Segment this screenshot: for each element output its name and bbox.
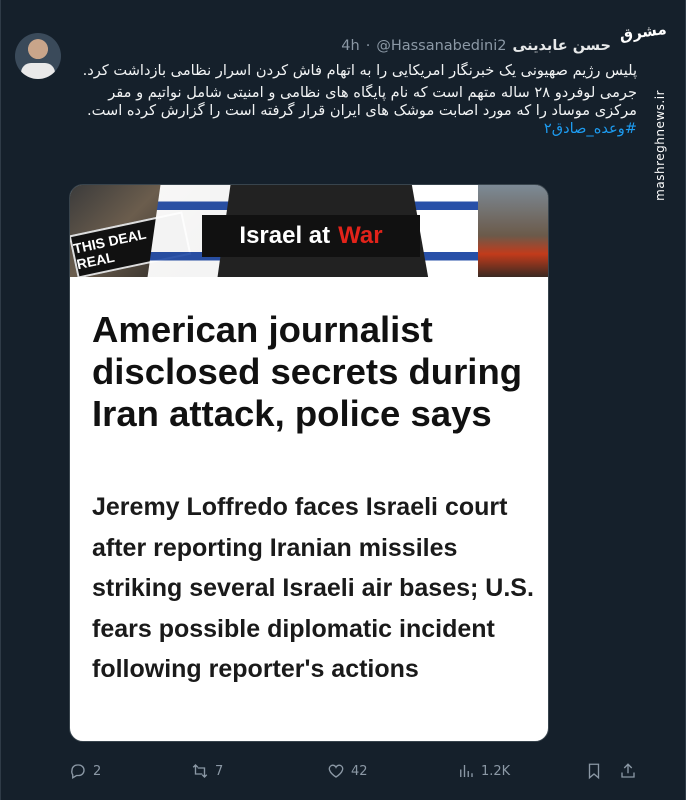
bookmark-button[interactable]: [585, 762, 603, 780]
views-count: 1.2K: [481, 763, 511, 779]
author-name[interactable]: حسن عابدینی: [512, 38, 611, 54]
retweet-count: 7: [215, 763, 224, 779]
bookmark-icon: [588, 763, 600, 780]
article-headline: American journalist disclosed secrets du…: [92, 309, 523, 434]
views-button[interactable]: 1.2K: [457, 762, 510, 780]
tweet-actions: 2 7 42 1.2K: [69, 760, 639, 782]
like-count: 42: [351, 763, 368, 779]
reply-count: 2: [93, 763, 102, 779]
war-label-part2: War: [338, 222, 383, 249]
share-button[interactable]: [619, 762, 637, 780]
tweet-text: پلیس رژیم صهیونی یک خبرنگار امریکایی را …: [69, 62, 637, 138]
tweet-header: حسن عابدینی @Hassanabedini2 · 4h: [69, 36, 611, 56]
heart-icon: [328, 764, 344, 778]
hashtag-link[interactable]: #وعده_صادق۲: [69, 120, 637, 138]
avatar[interactable]: [15, 33, 61, 79]
reply-button[interactable]: 2: [69, 762, 101, 780]
article-card[interactable]: THIS DEAL REAL Israel at War American jo…: [69, 184, 549, 742]
tweet-paragraph-2: جرمی لوفردو ۲۸ ساله متهم است که نام پایگ…: [87, 84, 637, 119]
like-button[interactable]: 42: [327, 762, 368, 780]
war-label-part1: Israel at: [239, 222, 331, 249]
tweet-paragraph-1: پلیس رژیم صهیونی یک خبرنگار امریکایی را …: [82, 62, 637, 79]
timestamp[interactable]: 4h: [341, 38, 359, 54]
share-icon: [621, 763, 635, 778]
article-subheadline: Jeremy Loffredo faces Israeli court afte…: [92, 493, 534, 683]
mashregh-logo: مشرق: [618, 19, 668, 45]
author-handle[interactable]: @Hassanabedini2: [376, 38, 506, 54]
retweet-icon: [192, 764, 208, 778]
tweet-container: حسن عابدینی @Hassanabedini2 · 4h مشرق ma…: [0, 0, 686, 800]
article-banner-image: THIS DEAL REAL Israel at War: [70, 185, 548, 277]
watermark-url: mashreghnews.ir: [653, 90, 667, 201]
reply-icon: [71, 764, 85, 779]
fire-photo: [478, 185, 548, 277]
views-chart-icon: [460, 765, 473, 777]
israel-at-war-label: Israel at War: [202, 215, 420, 257]
separator-dot: ·: [365, 38, 371, 54]
retweet-button[interactable]: 7: [191, 762, 223, 780]
